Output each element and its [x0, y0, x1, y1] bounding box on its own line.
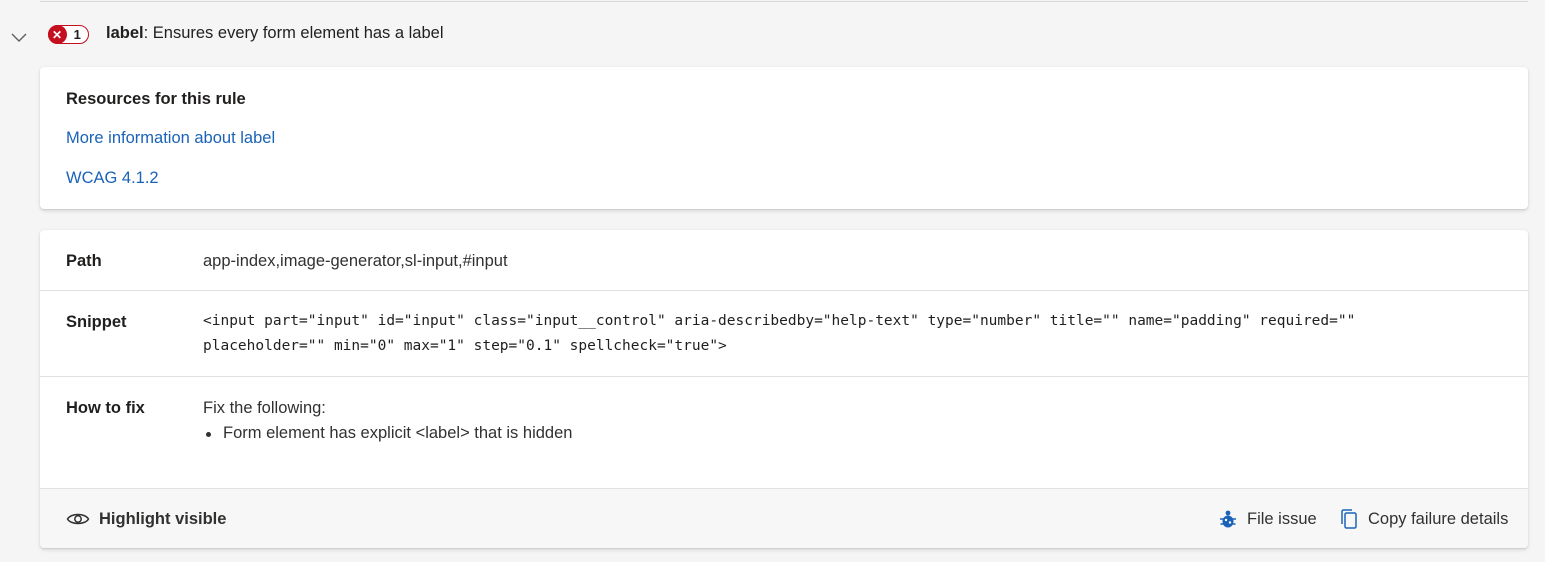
error-icon: ✕ [47, 25, 67, 44]
top-divider [40, 1, 1528, 2]
card-footer: Highlight visible File issue Copy failur… [40, 488, 1528, 548]
bug-icon [1220, 510, 1236, 528]
more-information-link[interactable]: More information about label [66, 129, 275, 148]
failure-details-card: Path app-index,image-generator,sl-input,… [40, 230, 1528, 548]
path-label: Path [66, 252, 102, 270]
chevron-down-icon[interactable] [10, 30, 28, 44]
highlight-visible-label: Highlight visible [99, 509, 227, 528]
how-to-fix-row: How to fix Fix the following: Form eleme… [40, 377, 1528, 487]
file-issue-label: File issue [1247, 509, 1317, 528]
snippet-row: Snippet <input part="input" id="input" c… [40, 291, 1528, 377]
path-value: app-index,image-generator,sl-input,#inpu… [203, 252, 508, 270]
rule-description: : Ensures every form element has a label [143, 24, 444, 42]
highlight-visible-button[interactable]: Highlight visible [66, 489, 226, 548]
snippet-line: placeholder="" min="0" max="1" step="0.1… [203, 338, 727, 354]
fix-list: Form element has explicit <label> that i… [203, 424, 572, 443]
snippet-code: <input part="input" id="input" class="in… [203, 309, 1355, 359]
wcag-link[interactable]: WCAG 4.1.2 [66, 169, 159, 188]
failure-count-badge: ✕ 1 [47, 25, 89, 44]
rule-id: label [106, 24, 144, 42]
path-row: Path app-index,image-generator,sl-input,… [40, 230, 1528, 291]
file-issue-button[interactable]: File issue [1218, 489, 1317, 548]
snippet-line: <input part="input" id="input" class="in… [203, 313, 1356, 329]
copy-icon [1341, 509, 1357, 529]
how-to-fix-content: Fix the following: Form element has expl… [203, 399, 572, 443]
snippet-label: Snippet [66, 313, 127, 331]
copy-failure-details-label: Copy failure details [1368, 509, 1509, 528]
fix-list-item: Form element has explicit <label> that i… [203, 424, 572, 443]
fix-intro: Fix the following: [203, 399, 326, 417]
copy-failure-details-button[interactable]: Copy failure details [1339, 489, 1508, 548]
rule-title: label: Ensures every form element has a … [106, 24, 444, 43]
failure-count: 1 [73, 27, 81, 42]
rule-header[interactable]: ✕ 1 label: Ensures every form element ha… [0, 18, 1545, 50]
resources-card: Resources for this rule More information… [40, 67, 1528, 209]
resources-heading: Resources for this rule [66, 90, 246, 108]
eye-icon [66, 513, 90, 525]
how-to-fix-label: How to fix [66, 399, 145, 417]
